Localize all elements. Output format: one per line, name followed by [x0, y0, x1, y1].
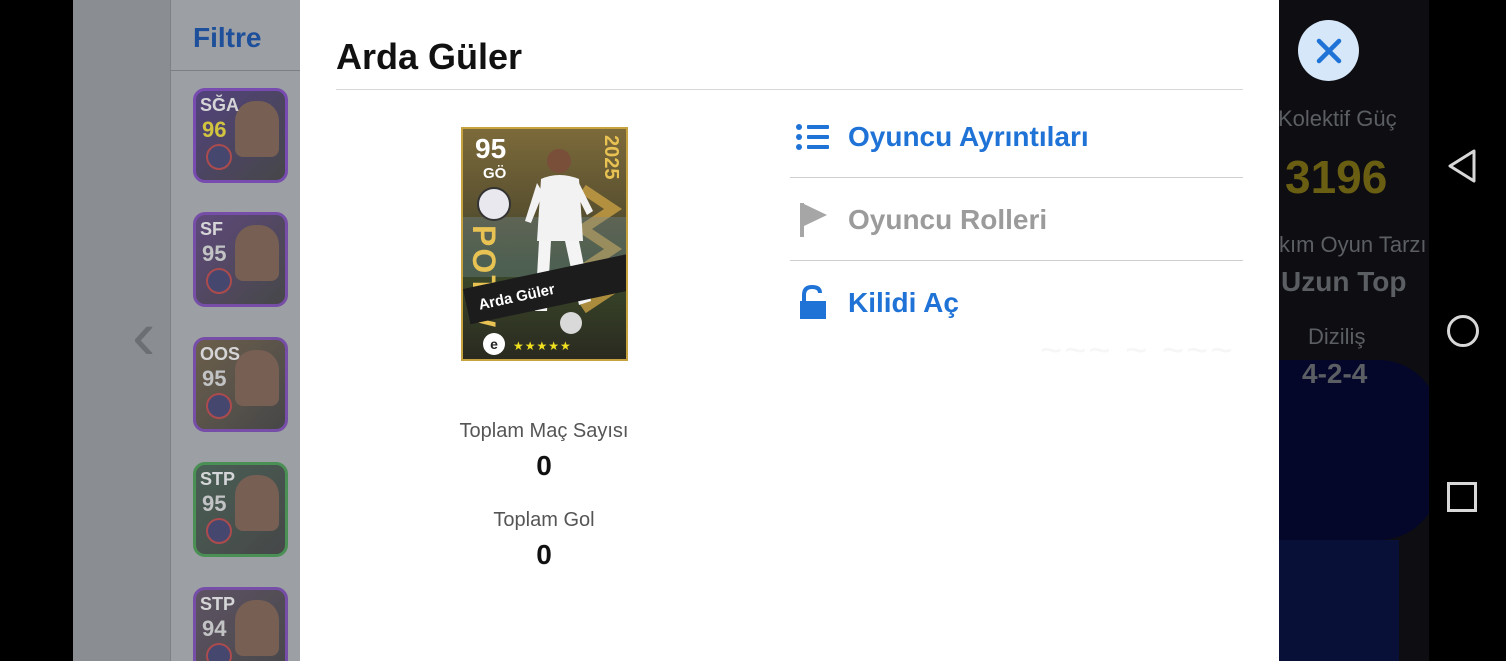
card-position: STP	[200, 594, 236, 614]
unlock-icon	[792, 282, 834, 324]
club-crest-icon	[206, 144, 232, 170]
total-matches-value: 0	[536, 450, 552, 481]
total-goals-label: Toplam Gol	[493, 509, 595, 531]
player-thumb-card[interactable]: SF 95	[193, 212, 288, 307]
card-rating: 95	[202, 241, 227, 266]
strength-label: Kolektif Güç	[1278, 106, 1397, 131]
dialog-title: Arda Güler	[336, 36, 523, 77]
efootball-logo-icon: e	[483, 333, 505, 355]
player-portrait	[235, 475, 279, 531]
menu-item-label: Oyuncu Rolleri	[848, 204, 1048, 235]
divider	[336, 89, 1243, 90]
menu-item-unlock[interactable]: Kilidi Aç	[790, 262, 1243, 344]
player-portrait	[235, 225, 279, 281]
player-thumb-card[interactable]: STP 95	[193, 462, 288, 557]
card-position: STP	[200, 469, 236, 489]
card-year: 2025	[600, 135, 622, 180]
strength-value: 3196	[1285, 151, 1388, 203]
filter-button[interactable]: Filtre	[193, 22, 261, 54]
card-stars: ★★★★★	[513, 339, 572, 353]
divider	[790, 260, 1243, 261]
formation-label: Diziliş	[1308, 324, 1366, 349]
card-position: OOS	[200, 344, 241, 364]
card-position: SF	[200, 219, 224, 239]
menu-item-player-details[interactable]: Oyuncu Ayrıntıları	[790, 96, 1243, 178]
club-crest-icon	[206, 643, 232, 661]
play-style-value: Uzun Top	[1281, 266, 1407, 297]
card-rating: 95	[202, 366, 227, 391]
list-icon	[792, 116, 834, 158]
player-card[interactable]: 95 GÖ 2025 POTW Arda Güler e ★★★★★	[461, 127, 628, 361]
card-position: GÖ	[483, 165, 507, 182]
menu-item-player-roles[interactable]: Oyuncu Rolleri	[790, 179, 1243, 261]
card-rating: 95	[202, 491, 227, 516]
recents-icon[interactable]	[1446, 481, 1478, 513]
player-dialog: Arda Güler ~~~ ~ ~~~ 95 GÖ 2025 POTW Ard…	[300, 0, 1279, 661]
close-button[interactable]	[1298, 20, 1359, 81]
total-goals-value: 0	[536, 539, 552, 570]
player-thumb-card[interactable]: OOS 95	[193, 337, 288, 432]
play-style-label: kım Oyun Tarzı	[1279, 232, 1427, 257]
club-crest-icon	[477, 187, 511, 221]
card-position: SĞA	[200, 95, 240, 115]
total-matches-label: Toplam Maç Sayısı	[459, 420, 629, 442]
flag-icon	[792, 199, 834, 241]
player-portrait	[235, 350, 279, 406]
close-icon	[1316, 38, 1341, 63]
menu-item-label: Oyuncu Ayrıntıları	[848, 121, 1089, 152]
player-thumb-card[interactable]: SĞA 96	[193, 88, 288, 183]
club-crest-icon	[206, 393, 232, 419]
divider	[790, 177, 1243, 178]
card-rating: 96	[202, 117, 227, 142]
team-graphic	[1279, 540, 1399, 661]
chevron-left-icon[interactable]: ‹	[132, 300, 155, 370]
club-crest-icon	[206, 518, 232, 544]
player-portrait	[235, 101, 279, 157]
menu-item-label: Kilidi Aç	[848, 287, 959, 318]
divider	[170, 70, 300, 71]
club-crest-icon	[206, 268, 232, 294]
back-icon[interactable]	[1446, 148, 1478, 184]
card-rating: 94	[202, 616, 227, 641]
card-rating: 95	[475, 133, 507, 164]
player-thumb-card[interactable]: STP 94	[193, 587, 288, 661]
formation-value: 4-2-4	[1302, 358, 1368, 389]
player-portrait	[235, 600, 279, 656]
home-icon[interactable]	[1446, 314, 1480, 348]
